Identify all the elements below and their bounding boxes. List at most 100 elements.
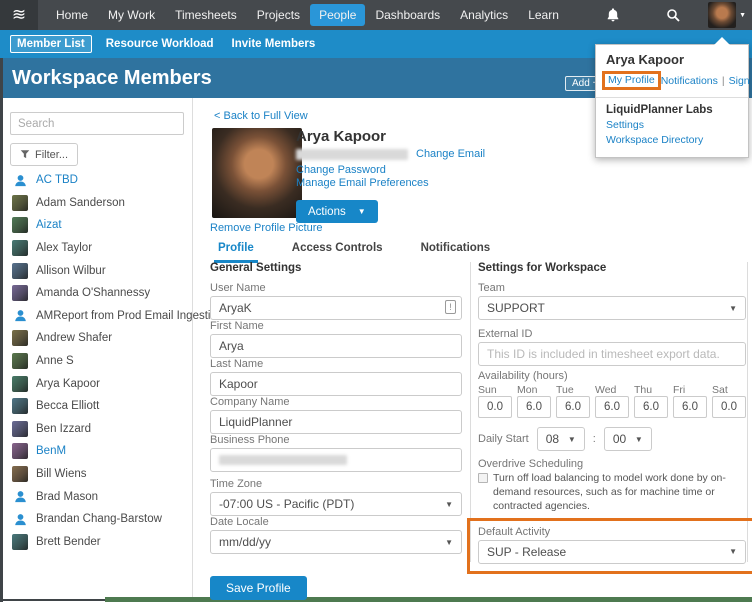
day-label: Thu: [634, 384, 668, 396]
member-row[interactable]: Brett Bender: [3, 531, 192, 554]
team-value: SUPPORT: [487, 301, 545, 315]
company-name-input[interactable]: [210, 410, 462, 434]
member-row[interactable]: AC TBD: [3, 169, 192, 192]
availability-input-wed[interactable]: [595, 396, 629, 418]
availability-input-fri[interactable]: [673, 396, 707, 418]
member-profile-name: Arya Kapoor: [296, 128, 386, 145]
member-row[interactable]: Andrew Shafer: [3, 327, 192, 350]
overdrive-checkbox[interactable]: [478, 473, 488, 483]
user-name-field: User Name !: [210, 282, 462, 320]
last-name-input[interactable]: [210, 372, 462, 396]
sign-out-link[interactable]: Sign Out: [729, 75, 752, 87]
member-row[interactable]: Brad Mason: [3, 485, 192, 508]
workspace-directory-link[interactable]: Workspace Directory: [606, 134, 738, 146]
first-name-label: First Name: [210, 320, 462, 332]
manage-email-preferences-link[interactable]: Manage Email Preferences: [296, 177, 429, 189]
availability-input-thu[interactable]: [634, 396, 668, 418]
member-row[interactable]: Amanda O'Shannessy: [3, 282, 192, 305]
member-row[interactable]: Anne S: [3, 350, 192, 373]
subnav-resource-workload[interactable]: Resource Workload: [106, 38, 214, 50]
notifications-link[interactable]: Notifications: [661, 75, 718, 87]
nav-item-timesheets[interactable]: Timesheets: [165, 4, 247, 26]
member-row[interactable]: AMReport from Prod Email Ingestion: [3, 305, 192, 328]
company-name-label: Company Name: [210, 396, 462, 408]
change-email-link[interactable]: Change Email: [416, 148, 485, 160]
overdrive-field: Overdrive Scheduling Turn off load balan…: [478, 458, 746, 514]
availability-input-sun[interactable]: [478, 396, 512, 418]
user-menu-dropdown: Arya Kapoor My Profile Notifications | S…: [595, 44, 749, 158]
availability-input-sat[interactable]: [712, 396, 746, 418]
member-name: Aizat: [36, 219, 62, 231]
member-name: Brandan Chang-Barstow: [36, 513, 162, 525]
member-avatar: [12, 172, 28, 188]
subnav-member-list[interactable]: Member List: [10, 35, 92, 53]
workspace-settings-heading: Settings for Workspace: [478, 262, 746, 276]
settings-link[interactable]: Settings: [606, 119, 738, 131]
nav-item-dashboards[interactable]: Dashboards: [365, 4, 450, 26]
tab-access-controls[interactable]: Access Controls: [288, 242, 387, 263]
member-row[interactable]: Alex Taylor: [3, 237, 192, 260]
nav-item-projects[interactable]: Projects: [247, 4, 310, 26]
daily-start-field: Daily Start 08 ▼ : 00 ▼: [478, 427, 746, 451]
member-list: AC TBD Adam Sanderson Aizat Alex Taylor …: [3, 169, 192, 553]
redacted-email: [296, 149, 408, 160]
top-navigation: ≋ Home My Work Timesheets Projects Peopl…: [0, 0, 752, 30]
team-select[interactable]: SUPPORT ▼: [478, 296, 746, 320]
my-profile-link[interactable]: My Profile: [608, 74, 655, 86]
member-row[interactable]: Aizat: [3, 214, 192, 237]
notifications-bell-icon[interactable]: [596, 0, 630, 30]
nav-item-learn[interactable]: Learn: [518, 4, 569, 26]
time-zone-label: Time Zone: [210, 478, 462, 490]
nav-item-my-work[interactable]: My Work: [98, 4, 165, 26]
nav-item-home[interactable]: Home: [46, 4, 98, 26]
first-name-input[interactable]: [210, 334, 462, 358]
daily-start-hour-select[interactable]: 08 ▼: [537, 427, 585, 451]
daily-start-label: Daily Start: [478, 433, 529, 445]
member-row[interactable]: Bill Wiens: [3, 463, 192, 486]
user-name-input[interactable]: [210, 296, 462, 320]
date-locale-select[interactable]: mm/dd/yy ▼: [210, 530, 462, 554]
sidebar-divider: [192, 98, 193, 597]
default-activity-select[interactable]: SUP - Release ▼: [478, 540, 746, 564]
member-row[interactable]: BenM: [3, 440, 192, 463]
time-zone-select[interactable]: -07:00 US - Pacific (PDT) ▼: [210, 492, 462, 516]
availability-day: Wed: [595, 384, 629, 418]
avatar-caret-icon[interactable]: ▼: [739, 12, 746, 19]
member-row[interactable]: Arya Kapoor: [3, 372, 192, 395]
change-password-link[interactable]: Change Password: [296, 164, 386, 176]
external-id-input[interactable]: [478, 342, 746, 366]
chevron-down-icon: ▼: [445, 500, 453, 509]
tab-profile[interactable]: Profile: [214, 242, 258, 263]
member-row[interactable]: Adam Sanderson: [3, 192, 192, 215]
member-avatar: [12, 285, 28, 301]
tab-notifications[interactable]: Notifications: [417, 242, 495, 263]
user-name-label: User Name: [210, 282, 462, 294]
filter-button[interactable]: Filter...: [10, 143, 78, 166]
member-name: Brett Bender: [36, 536, 101, 548]
chevron-down-icon: ▼: [729, 304, 737, 313]
member-row[interactable]: Allison Wilbur: [3, 259, 192, 282]
save-profile-button[interactable]: Save Profile: [210, 576, 307, 600]
team-label: Team: [478, 282, 746, 294]
search-icon[interactable]: [656, 0, 690, 30]
app-logo[interactable]: ≋: [0, 0, 38, 30]
member-name: Brad Mason: [36, 491, 98, 503]
search-input[interactable]: [10, 112, 184, 135]
member-row[interactable]: Brandan Chang-Barstow: [3, 508, 192, 531]
member-avatar: [12, 263, 28, 279]
subnav-invite-members[interactable]: Invite Members: [232, 38, 316, 50]
nav-item-analytics[interactable]: Analytics: [450, 4, 518, 26]
daily-start-minute-select[interactable]: 00 ▼: [604, 427, 652, 451]
remove-profile-picture-link[interactable]: Remove Profile Picture: [210, 222, 323, 234]
general-settings-column: General Settings User Name ! First Name …: [210, 262, 462, 600]
user-avatar[interactable]: [708, 2, 736, 28]
member-row[interactable]: Becca Elliott: [3, 395, 192, 418]
business-phone-input[interactable]: [210, 448, 462, 472]
availability-day: Mon: [517, 384, 551, 418]
member-row[interactable]: Ben Izzard: [3, 418, 192, 441]
actions-button[interactable]: Actions ▼: [296, 200, 378, 223]
nav-item-people[interactable]: People: [310, 4, 365, 26]
back-to-full-view-link[interactable]: < Back to Full View: [214, 110, 308, 122]
availability-input-mon[interactable]: [517, 396, 551, 418]
availability-input-tue[interactable]: [556, 396, 590, 418]
